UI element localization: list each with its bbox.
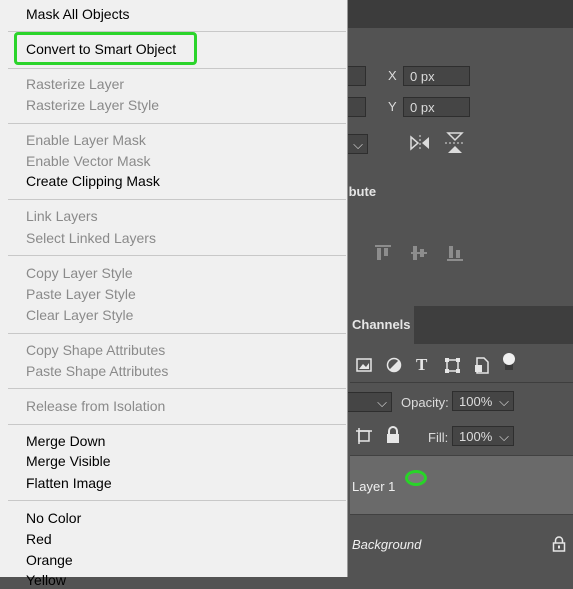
adjustment-filter-icon[interactable] <box>386 357 404 375</box>
layer-context-menu: Mask All Objects Convert to Smart Object… <box>0 0 348 588</box>
menu-item-paste-layer-style[interactable]: Paste Layer Style <box>26 285 136 303</box>
menu-item-enable-layer-mask[interactable]: Enable Layer Mask <box>26 131 146 149</box>
menu-separator <box>8 333 346 334</box>
menu-separator <box>8 68 346 69</box>
menu-item-flatten-image[interactable]: Flatten Image <box>26 474 112 492</box>
background-layer-name[interactable]: Background <box>352 537 421 552</box>
menu-item-paste-shape-attributes[interactable]: Paste Shape Attributes <box>26 362 168 380</box>
menu-item-red[interactable]: Red <box>26 530 52 548</box>
align-top-icon[interactable] <box>374 244 392 262</box>
menu-item-enable-vector-mask[interactable]: Enable Vector Mask <box>26 152 151 170</box>
lock-position-icon[interactable] <box>355 427 373 445</box>
menu-item-create-clipping-mask[interactable]: Create Clipping Mask <box>26 172 160 190</box>
menu-item-rasterize-layer-style[interactable]: Rasterize Layer Style <box>26 96 159 114</box>
y-position-field[interactable]: 0 px <box>403 97 470 117</box>
chevron-down-icon[interactable]: ⌵ <box>499 427 509 447</box>
menu-item-mask-all-objects[interactable]: Mask All Objects <box>26 5 129 23</box>
menu-separator <box>8 123 346 124</box>
x-position-field[interactable]: 0 px <box>403 66 470 86</box>
x-label: X <box>388 68 397 83</box>
flip-horizontal-icon[interactable] <box>408 134 432 152</box>
layer-row-divider <box>350 514 573 515</box>
menu-item-merge-down[interactable]: Merge Down <box>26 432 105 450</box>
fill-value: 100% <box>459 429 493 444</box>
menu-item-convert-to-smart-object[interactable]: Convert to Smart Object <box>26 40 176 58</box>
menu-separator <box>8 199 346 200</box>
menu-separator <box>8 424 346 425</box>
fill-field[interactable]: 100% ⌵ <box>452 426 514 446</box>
lock-icon <box>552 536 566 552</box>
opacity-label: Opacity: <box>401 395 449 410</box>
smart-object-badge-icon <box>405 470 427 486</box>
menu-item-copy-layer-style[interactable]: Copy Layer Style <box>26 264 133 282</box>
menu-item-merge-visible[interactable]: Merge Visible <box>26 452 111 470</box>
tab-channels[interactable]: Channels <box>348 306 414 344</box>
menu-item-copy-shape-attributes[interactable]: Copy Shape Attributes <box>26 341 165 359</box>
filter-row-divider <box>350 382 573 383</box>
menu-item-select-linked-layers[interactable]: Select Linked Layers <box>26 229 156 247</box>
align-vertical-center-icon[interactable] <box>410 244 428 262</box>
menu-item-rasterize-layer[interactable]: Rasterize Layer <box>26 75 124 93</box>
filter-toggle-switch[interactable] <box>502 352 520 370</box>
menu-item-yellow[interactable]: Yellow <box>26 571 66 589</box>
type-filter-icon[interactable]: T <box>416 355 434 374</box>
menu-item-clear-layer-style[interactable]: Clear Layer Style <box>26 306 133 324</box>
chevron-down-icon[interactable]: ⌵ <box>499 392 509 412</box>
align-bottom-icon[interactable] <box>446 244 464 262</box>
shape-filter-icon[interactable] <box>444 357 462 375</box>
menu-item-no-color[interactable]: No Color <box>26 509 81 527</box>
image-filter-icon[interactable] <box>356 357 374 375</box>
flip-vertical-icon[interactable] <box>444 131 466 155</box>
opacity-field[interactable]: 100% ⌵ <box>452 391 514 411</box>
align-section-title: ibute <box>345 184 377 199</box>
y-label: Y <box>388 99 397 114</box>
smart-object-filter-icon[interactable] <box>474 357 492 375</box>
lock-all-icon[interactable] <box>385 426 403 444</box>
chevron-down-icon: ⌵ <box>353 137 363 152</box>
menu-separator <box>8 388 346 389</box>
chevron-down-icon: ⌵ <box>377 395 387 410</box>
menu-item-release-from-isolation[interactable]: Release from Isolation <box>26 397 165 415</box>
fill-label: Fill: <box>428 430 449 445</box>
layer1-name[interactable]: Layer 1 <box>352 479 395 494</box>
menu-separator <box>8 500 346 501</box>
menu-separator <box>8 255 346 256</box>
opacity-value: 100% <box>459 394 493 409</box>
menu-item-link-layers[interactable]: Link Layers <box>26 207 98 225</box>
menu-item-orange[interactable]: Orange <box>26 551 73 569</box>
menu-separator <box>8 31 346 32</box>
